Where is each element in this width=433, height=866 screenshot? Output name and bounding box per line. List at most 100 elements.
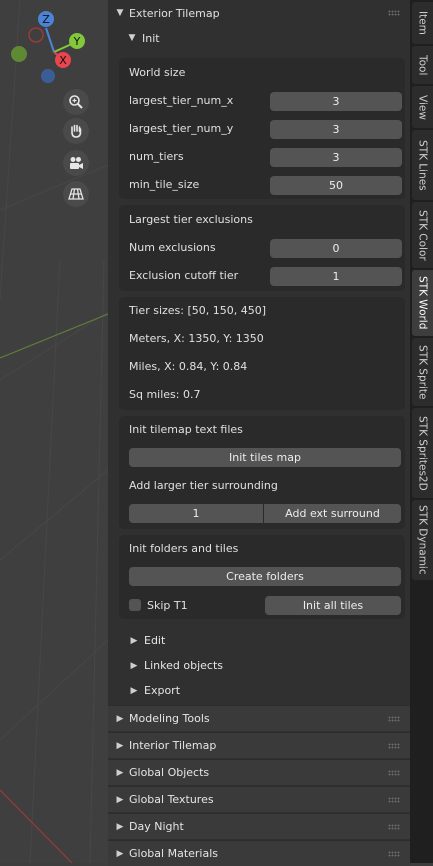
min-tile-size-field[interactable]: 50 <box>270 175 402 195</box>
chevron-right-icon: ▶ <box>130 660 138 671</box>
miles-text: Miles, X: 0.84, Y: 0.84 <box>129 360 248 373</box>
subpanel-label: Edit <box>144 634 166 647</box>
tab-label: STK Lines <box>416 139 429 191</box>
sq-miles-text: Sq miles: 0.7 <box>129 388 201 401</box>
panel-interior-tilemap[interactable]: ▶ Interior Tilemap <box>108 732 410 758</box>
navigation-gizmo[interactable]: Z Y X <box>8 8 100 90</box>
exclusions-box: Largest tier exclusions Num exclusions 0… <box>119 205 405 291</box>
exclusions-title: Largest tier exclusions <box>129 213 253 226</box>
surround-count-field[interactable]: 1 <box>129 504 263 523</box>
subpanel-linked-objects[interactable]: ▶ Linked objects <box>119 653 405 678</box>
chevron-right-icon: ▶ <box>130 635 138 646</box>
chevron-right-icon: ▶ <box>130 685 138 696</box>
tab-label: STK Sprite <box>416 344 429 400</box>
tab-stk-lines[interactable]: STK Lines <box>412 130 433 200</box>
field-row: num_tiers 3 <box>129 147 402 167</box>
tier-sizes-text: Tier sizes: [50, 150, 450] <box>129 304 267 317</box>
y-label: Y <box>73 35 81 48</box>
init-subpanel-header[interactable]: ▼ Init <box>108 26 410 50</box>
drag-handle-icon[interactable] <box>388 823 400 830</box>
tab-stk-world[interactable]: STK World <box>412 270 433 336</box>
drag-handle-icon[interactable] <box>388 10 400 16</box>
init-label: Init <box>142 31 160 45</box>
skip-t1-checkbox[interactable] <box>129 599 141 611</box>
subpanel-label: Export <box>144 684 181 697</box>
sidebar-panel: ▼ Exterior Tilemap ▼ Init World size lar… <box>108 0 410 866</box>
skip-t1-checkbox-row[interactable]: Skip T1 <box>129 596 249 615</box>
subpanel-export[interactable]: ▶ Export <box>119 678 405 703</box>
panel-label: Global Materials <box>129 847 219 860</box>
init-tiles-map-button[interactable]: Init tiles map <box>129 448 401 467</box>
folders-box: Init folders and tiles Create folders Sk… <box>119 535 405 619</box>
create-folders-button[interactable]: Create folders <box>129 567 401 586</box>
hand-pan-icon[interactable] <box>63 118 89 144</box>
panel-global-objects[interactable]: ▶ Global Objects <box>108 759 410 785</box>
panel-label: Global Objects <box>129 766 210 779</box>
sidebar-tabs: Item Tool View STK Lines STK Color STK W… <box>410 0 433 863</box>
grid-ortho-icon[interactable] <box>63 181 89 207</box>
chevron-right-icon: ▶ <box>116 848 124 859</box>
field-label: min_tile_size <box>129 178 200 191</box>
panel-label: Modeling Tools <box>129 712 210 725</box>
tab-stk-color[interactable]: STK Color <box>412 202 433 268</box>
exclusion-cutoff-tier-field[interactable]: 1 <box>270 266 402 286</box>
panel-global-textures[interactable]: ▶ Global Textures <box>108 786 410 812</box>
field-row: largest_tier_num_x 3 <box>129 91 402 111</box>
3d-viewport[interactable]: Z Y X <box>0 0 108 863</box>
text-files-box: Init tilemap text files Init tiles map A… <box>119 416 405 529</box>
field-label: Exclusion cutoff tier <box>129 269 239 282</box>
add-ext-surround-button[interactable]: Add ext surround <box>264 504 401 523</box>
tab-label: Item <box>416 11 429 35</box>
tab-item[interactable]: Item <box>412 2 433 44</box>
tab-label: STK Dynamic <box>416 505 429 575</box>
largest-tier-num-x-field[interactable]: 3 <box>270 91 402 111</box>
drag-handle-icon[interactable] <box>388 850 400 857</box>
panel-day-night[interactable]: ▶ Day Night <box>108 813 410 839</box>
field-row: largest_tier_num_y 3 <box>129 119 402 139</box>
zoom-icon[interactable] <box>63 89 89 115</box>
chevron-right-icon: ▶ <box>116 821 124 832</box>
field-row: Num exclusions 0 <box>129 238 402 258</box>
skip-t1-label: Skip T1 <box>147 599 188 612</box>
camera-icon[interactable] <box>63 150 89 176</box>
viewport-grid <box>0 0 108 863</box>
drag-handle-icon[interactable] <box>388 796 400 803</box>
tab-label: View <box>416 94 429 120</box>
init-all-tiles-button[interactable]: Init all tiles <box>265 596 401 615</box>
tab-stk-dynamic[interactable]: STK Dynamic <box>412 500 433 580</box>
subpanel-label: Linked objects <box>144 659 224 672</box>
tab-label: Tool <box>416 54 429 76</box>
tab-label: STK World <box>416 276 429 330</box>
x-axis-line <box>0 789 73 863</box>
tab-stk-sprites2d[interactable]: STK Sprites2D <box>412 408 433 498</box>
chevron-right-icon: ▶ <box>116 794 124 805</box>
x-label: X <box>59 54 67 67</box>
field-label: largest_tier_num_y <box>129 122 234 135</box>
panel-label: Global Textures <box>129 793 214 806</box>
meters-text: Meters, X: 1350, Y: 1350 <box>129 332 264 345</box>
field-label: largest_tier_num_x <box>129 94 234 107</box>
chevron-down-icon: ▼ <box>128 33 136 43</box>
tab-view[interactable]: View <box>412 86 433 128</box>
panel-title: Exterior Tilemap <box>129 6 220 20</box>
world-size-box: World size largest_tier_num_x 3 largest_… <box>119 58 405 199</box>
field-label: num_tiers <box>129 150 184 163</box>
num-exclusions-field[interactable]: 0 <box>270 238 402 258</box>
tab-tool[interactable]: Tool <box>412 46 433 84</box>
world-size-title: World size <box>129 66 186 79</box>
tab-stk-sprite[interactable]: STK Sprite <box>412 338 433 406</box>
drag-handle-icon[interactable] <box>388 715 400 722</box>
panel-modeling-tools[interactable]: ▶ Modeling Tools <box>108 705 410 731</box>
subpanel-edit[interactable]: ▶ Edit <box>119 628 405 653</box>
drag-handle-icon[interactable] <box>388 742 400 749</box>
exterior-tilemap-header[interactable]: ▼ Exterior Tilemap <box>108 1 410 25</box>
num-tiers-field[interactable]: 3 <box>270 147 402 167</box>
surround-label: Add larger tier surrounding <box>129 479 278 492</box>
panel-global-materials[interactable]: ▶ Global Materials <box>108 840 410 866</box>
drag-handle-icon[interactable] <box>388 769 400 776</box>
text-files-title: Init tilemap text files <box>129 423 243 436</box>
largest-tier-num-y-field[interactable]: 3 <box>270 119 402 139</box>
tier-info-box: Tier sizes: [50, 150, 450] Meters, X: 13… <box>119 297 405 410</box>
panel-label: Interior Tilemap <box>129 739 217 752</box>
tab-label: STK Sprites2D <box>416 415 429 491</box>
